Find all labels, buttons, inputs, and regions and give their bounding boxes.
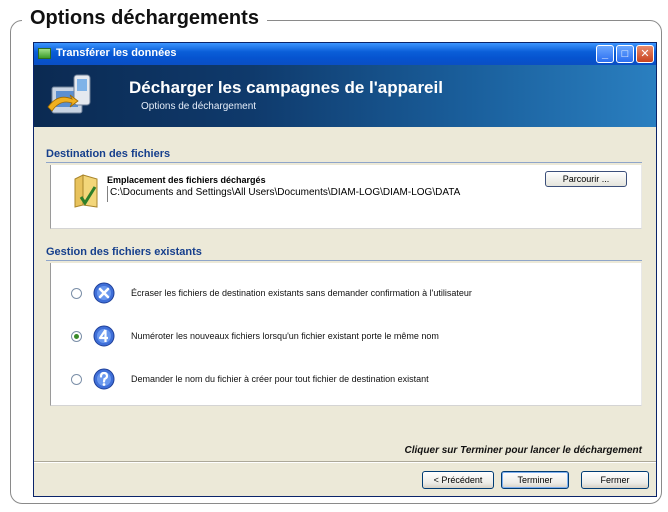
app-icon — [38, 48, 51, 59]
transfer-device-icon — [47, 74, 91, 114]
x-circle-icon — [93, 282, 115, 304]
transfer-window: Transférer les données _ □ ✕ Décharger l… — [33, 42, 657, 497]
existing-section-title: Gestion des fichiers existants — [46, 246, 202, 258]
number-label: Numéroter les nouveaux fichiers lorsqu'u… — [131, 331, 439, 341]
previous-button[interactable]: < Précédent — [422, 471, 494, 489]
overwrite-label: Écraser les fichiers de destination exis… — [131, 288, 472, 298]
maximize-button[interactable]: □ — [616, 45, 634, 63]
finish-button[interactable]: Terminer — [501, 471, 569, 489]
page-heading: Options déchargements — [22, 0, 267, 36]
number-radio[interactable] — [71, 331, 82, 342]
destination-section-title: Destination des fichiers — [46, 148, 171, 160]
header-banner: Décharger les campagnes de l'appareil Op… — [34, 65, 656, 127]
destination-path-field[interactable]: C:\Documents and Settings\All Users\Docu… — [107, 186, 630, 202]
finish-hint: Cliquer sur Terminer pour lancer le déch… — [404, 445, 642, 456]
number-4-icon — [93, 325, 115, 347]
destination-label: Emplacement des fichiers déchargés — [107, 175, 266, 185]
destination-divider — [46, 162, 642, 163]
minimize-button[interactable]: _ — [596, 45, 614, 63]
existing-panel: Écraser les fichiers de destination exis… — [50, 263, 642, 406]
folder-icon — [74, 174, 98, 208]
close-window-button[interactable]: ✕ — [636, 45, 654, 63]
ask-radio[interactable] — [71, 374, 82, 385]
question-icon — [93, 368, 115, 390]
browse-button[interactable]: Parcourir ... — [545, 171, 627, 187]
destination-panel: Emplacement des fichiers déchargés C:\Do… — [50, 165, 642, 229]
ask-label: Demander le nom du fichier à créer pour … — [131, 374, 429, 384]
existing-divider — [46, 260, 642, 261]
title-bar[interactable]: Transférer les données _ □ ✕ — [34, 43, 656, 65]
overwrite-radio[interactable] — [71, 288, 82, 299]
banner-subtitle: Options de déchargement — [141, 101, 257, 112]
window-title: Transférer les données — [56, 47, 177, 59]
banner-title: Décharger les campagnes de l'appareil — [129, 78, 443, 97]
close-button[interactable]: Fermer — [581, 471, 649, 489]
